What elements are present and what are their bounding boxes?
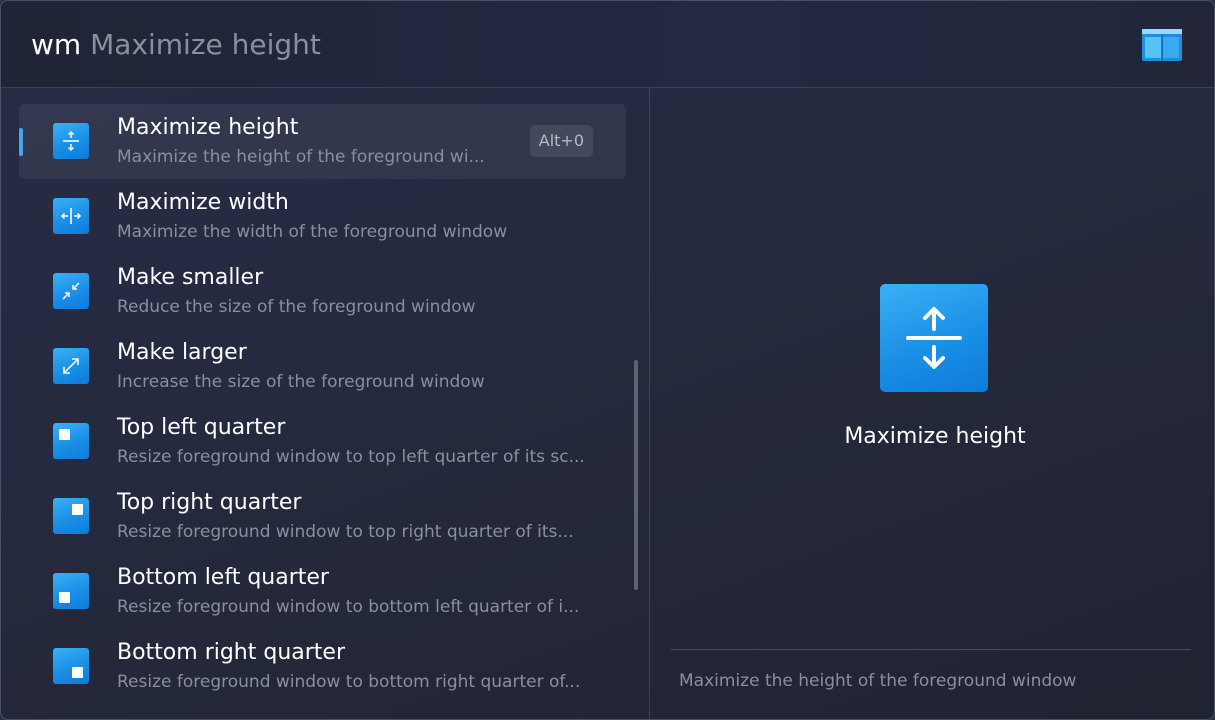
item-title: Maximize height [117,115,299,140]
list-item[interactable]: Maximize width Maximize the width of the… [19,179,626,254]
bottom-left-quarter-icon [53,573,89,609]
window-layout-icon [1142,29,1182,61]
shortcut-badge: Alt+0 [529,125,593,157]
list-item[interactable]: Top right quarter Resize foreground wind… [19,479,626,554]
bottom-right-quarter-icon [53,648,89,684]
list-item[interactable]: Bottom right quarter Resize foreground w… [19,629,626,704]
item-title: Maximize width [117,190,289,215]
maximize-height-icon [880,284,988,392]
item-subtitle: Resize foreground window to top left qua… [117,447,585,467]
results-scrollbar[interactable] [634,360,638,590]
top-right-quarter-icon [53,498,89,534]
maximize-height-icon [53,123,89,159]
detail-pane: Maximize height Maximize the height of t… [650,88,1214,719]
results-list: Maximize height Maximize the height of t… [1,88,650,719]
item-subtitle: Resize foreground window to top right qu… [117,522,574,542]
item-title: Make smaller [117,265,264,290]
search-keyword: wm [31,28,82,61]
top-left-quarter-icon [53,423,89,459]
item-subtitle: Resize foreground window to bottom left … [117,597,580,617]
maximize-width-icon [53,198,89,234]
detail-title: Maximize height [844,424,1026,449]
search-query: Maximize height [90,28,321,61]
item-subtitle: Maximize the height of the foreground wi… [117,147,485,167]
item-title: Make larger [117,340,247,365]
divider [671,649,1191,650]
list-item[interactable]: Make smaller Reduce the size of the fore… [19,254,626,329]
search-input[interactable]: wm Maximize height [31,25,321,65]
make-larger-icon [53,348,89,384]
launcher-window: wm Maximize height Maximize height Maxim… [0,0,1215,720]
item-subtitle: Resize foreground window to bottom right… [117,672,581,692]
item-title: Bottom right quarter [117,640,346,665]
search-bar[interactable]: wm Maximize height [1,1,1214,88]
selection-indicator [19,128,23,156]
detail-description: Maximize the height of the foreground wi… [679,671,1077,691]
list-item[interactable]: Maximize height Maximize the height of t… [19,104,626,179]
list-item[interactable]: Top left quarter Resize foreground windo… [19,404,626,479]
item-subtitle: Increase the size of the foreground wind… [117,372,485,392]
item-title: Top right quarter [117,490,302,515]
item-subtitle: Maximize the width of the foreground win… [117,222,508,242]
item-title: Top left quarter [117,415,286,440]
item-subtitle: Reduce the size of the foreground window [117,297,476,317]
make-smaller-icon [53,273,89,309]
item-title: Bottom left quarter [117,565,329,590]
list-item[interactable]: Make larger Increase the size of the for… [19,329,626,404]
list-item[interactable]: Bottom left quarter Resize foreground wi… [19,554,626,629]
